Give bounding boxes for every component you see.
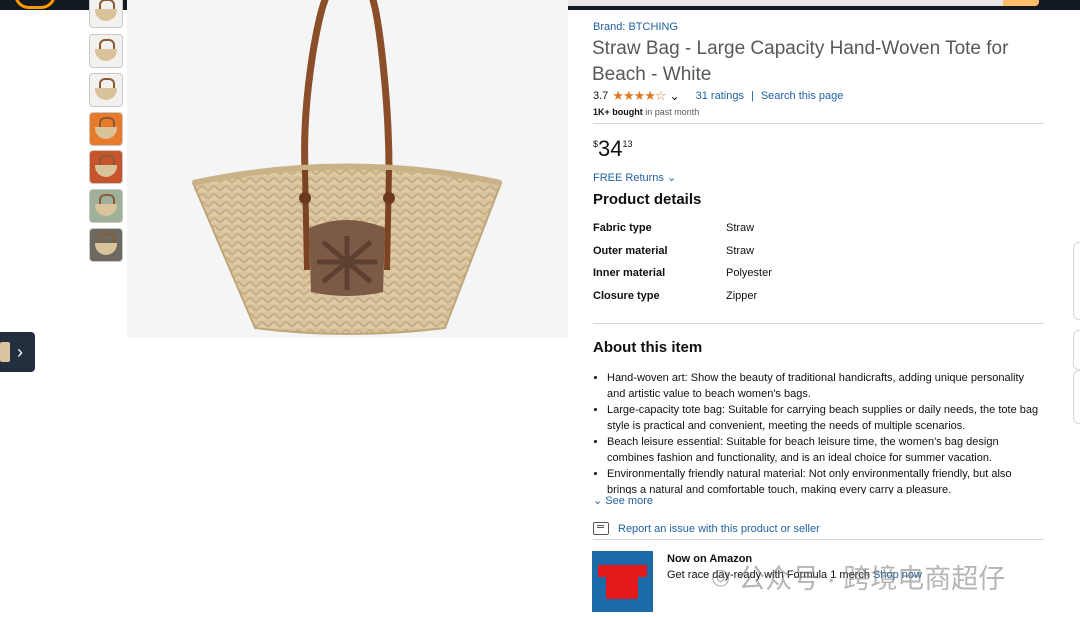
thumbnail-preview [0, 342, 10, 362]
side-tab[interactable] [1073, 330, 1080, 370]
thumbnail-image[interactable] [89, 228, 123, 262]
search-button[interactable] [1003, 0, 1039, 6]
details-row: Inner material Polyester [593, 267, 772, 290]
straw-bag-illustration [191, 0, 503, 335]
product-title: Straw Bag - Large Capacity Hand-Woven To… [592, 38, 1009, 85]
promo-image[interactable] [592, 551, 653, 612]
chevron-down-icon: ⌄ [666, 172, 677, 184]
details-key: Outer material [593, 244, 668, 257]
thumbnail-image[interactable] [89, 34, 123, 68]
returns-label: FREE Returns [593, 172, 664, 184]
details-value: Straw [726, 244, 755, 257]
details-key: Inner material [593, 267, 666, 280]
about-bullet: Hand-woven art: Show the beauty of tradi… [607, 370, 1043, 402]
carousel-next-button[interactable]: › [0, 332, 35, 372]
thumbnail-image[interactable] [89, 0, 123, 28]
right-edge-panel [1073, 0, 1080, 617]
details-key: Fabric type [593, 222, 652, 234]
about-heading: About this item [593, 339, 703, 356]
price-fraction: 13 [622, 139, 633, 149]
bought-bold: 1K+ bought [593, 107, 643, 117]
product-details-table: Fabric type Straw Outer material Straw I… [593, 222, 772, 312]
amazon-logo-icon[interactable] [14, 0, 56, 9]
free-returns-link[interactable]: FREE Returns ⌄ [593, 171, 676, 184]
about-bullet: Environmentally friendly natural materia… [607, 466, 1043, 494]
chevron-down-icon: ⌄ [593, 495, 603, 507]
about-bullet: Beach leisure essential: Suitable for be… [607, 434, 1043, 466]
ratings-link[interactable]: 31 ratings [696, 90, 744, 102]
rating-row: 3.7 ★★★★☆ ⌄ 31 ratings | Search this pag… [593, 88, 843, 104]
rating-value: 3.7 [593, 90, 609, 102]
side-tab[interactable] [1073, 242, 1080, 320]
watermark: ◎ 公众号 · 跨境电商超仔 [711, 557, 1005, 596]
brand-link[interactable]: Brand: BTCHING [593, 21, 678, 33]
chevron-right-icon: › [17, 342, 23, 362]
rating-separator: | [750, 90, 754, 102]
star-rating-icon[interactable]: ★★★★☆ [612, 88, 666, 104]
price-whole: 34 [598, 136, 623, 161]
report-issue-link[interactable]: Report an issue with this product or sel… [593, 522, 820, 535]
see-more-label: See more [605, 495, 653, 507]
divider [593, 123, 1044, 124]
details-row: Fabric type Straw [593, 222, 772, 245]
details-value: Zipper [726, 289, 758, 302]
side-tab[interactable] [1073, 370, 1080, 424]
search-page-link[interactable]: Search this page [761, 90, 844, 102]
see-more-link[interactable]: ⌄ See more [593, 494, 653, 507]
thumbnail-image[interactable] [89, 73, 123, 107]
bought-rest: in past month [642, 107, 700, 117]
about-bullets: Hand-woven art: Show the beauty of tradi… [593, 370, 1043, 494]
divider [593, 323, 1044, 324]
price: $3413 [593, 136, 633, 162]
thumbnail-image[interactable] [89, 189, 123, 223]
watermark-text: 公众号 · 跨境电商超仔 [738, 564, 1006, 594]
bought-count: 1K+ bought in past month [593, 107, 699, 117]
details-row: Closure type Zipper [593, 290, 772, 313]
details-value: Straw [726, 222, 755, 234]
main-product-image[interactable] [127, 0, 568, 338]
about-bullet: Large-capacity tote bag: Suitable for ca… [607, 402, 1043, 434]
details-value: Polyester [726, 267, 772, 280]
thumbnail-image[interactable] [89, 112, 123, 146]
report-flag-icon [593, 522, 609, 535]
price-symbol: $ [593, 139, 599, 149]
red-shirt-icon [606, 565, 638, 599]
report-label: Report an issue with this product or sel… [618, 522, 820, 535]
thumbnail-image[interactable] [89, 150, 123, 184]
chevron-down-icon[interactable]: ⌄ [670, 89, 680, 103]
details-row: Outer material Straw [593, 245, 772, 268]
product-details-heading: Product details [593, 191, 702, 208]
divider [593, 539, 1044, 540]
wechat-icon: ◎ [711, 563, 731, 589]
details-key: Closure type [593, 289, 660, 302]
